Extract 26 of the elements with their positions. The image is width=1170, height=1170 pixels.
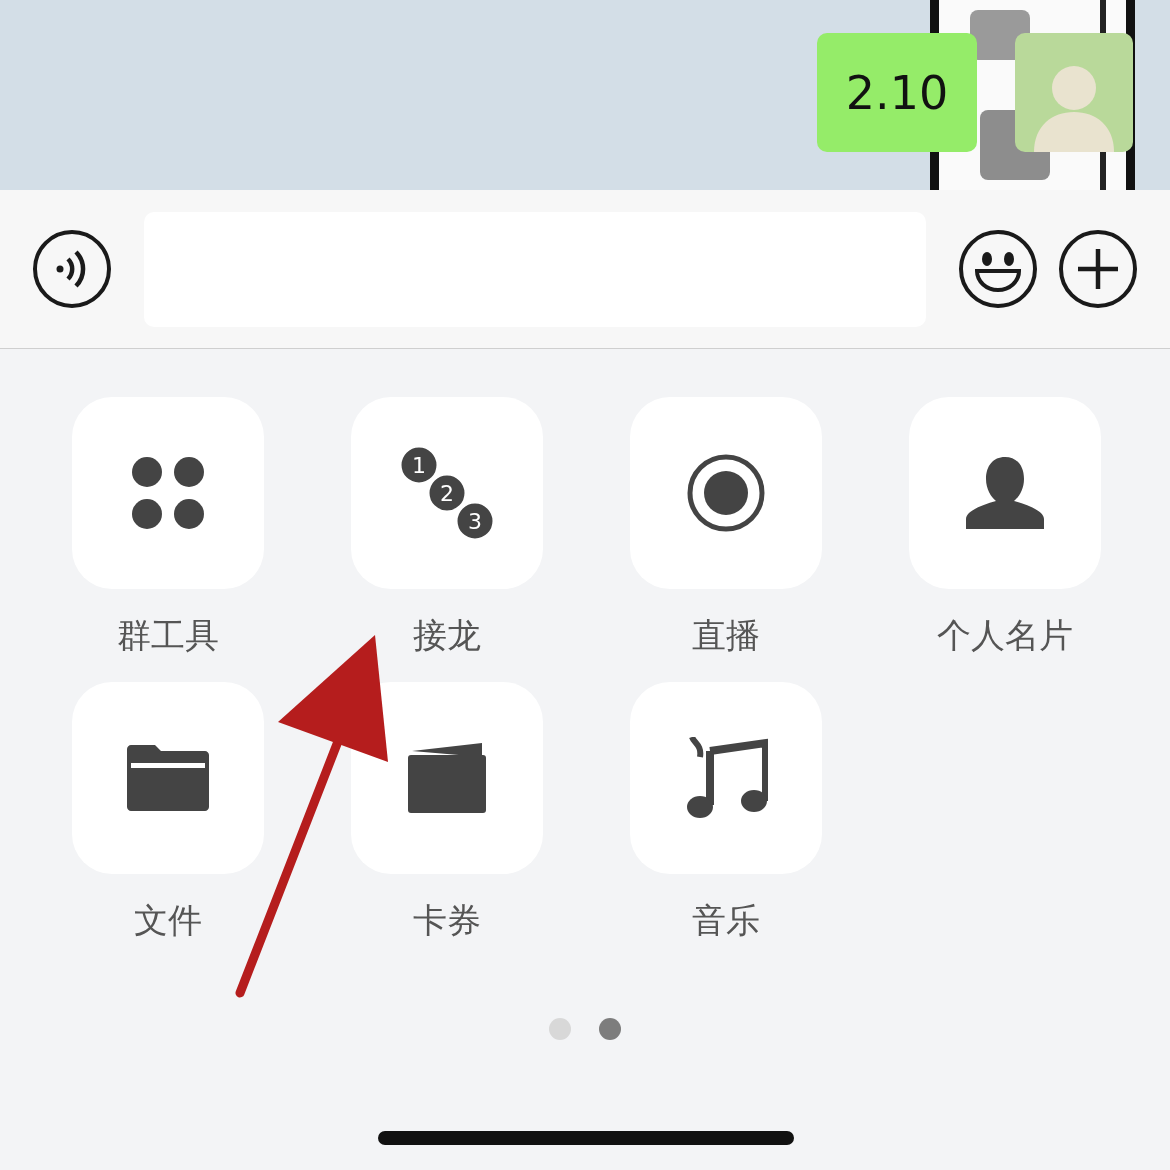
person-icon [966, 457, 1044, 529]
feature-label: 音乐 [692, 899, 760, 942]
card-icon [408, 743, 486, 813]
grid-icon [131, 456, 205, 530]
feature-label: 文件 [134, 899, 202, 942]
emoji-button[interactable] [958, 229, 1038, 309]
feature-label: 群工具 [117, 614, 219, 657]
feature-tile[interactable] [72, 397, 264, 589]
feature-label: 接龙 [413, 614, 481, 657]
feature-tile[interactable] [909, 397, 1101, 589]
feature-label: 卡券 [413, 899, 481, 942]
page-dot[interactable] [599, 1018, 621, 1040]
voice-button[interactable] [32, 229, 112, 309]
message-bubble: 2.10 [817, 33, 977, 152]
feature-tile[interactable] [351, 682, 543, 874]
feature-label: 直播 [692, 614, 760, 657]
page-dot[interactable] [549, 1018, 571, 1040]
feature-tile[interactable]: 1 2 3 [351, 397, 543, 589]
record-icon [686, 453, 766, 533]
feature-tile[interactable] [630, 682, 822, 874]
music-note-icon [684, 737, 768, 819]
feature-tile[interactable] [630, 397, 822, 589]
plus-button[interactable] [1058, 229, 1138, 309]
feature-label: 个人名片 [937, 614, 1073, 657]
folder-icon [127, 745, 209, 811]
feature-tile[interactable] [72, 682, 264, 874]
